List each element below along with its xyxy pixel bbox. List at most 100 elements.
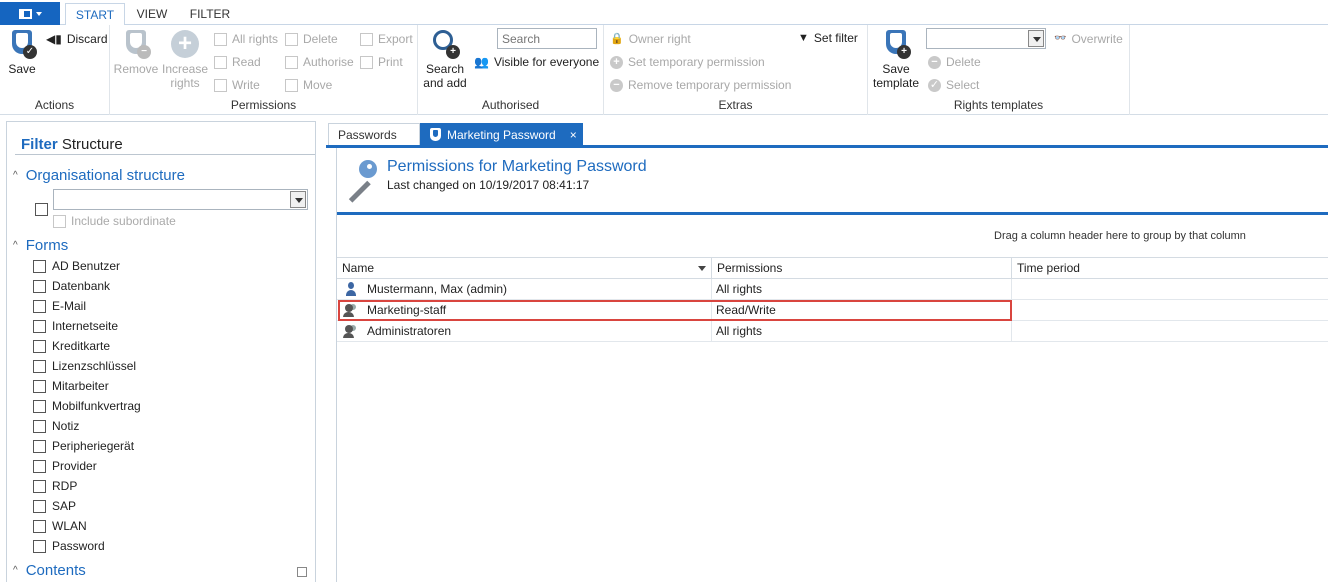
form-item[interactable]: Mitarbeiter [33, 378, 109, 394]
key-icon [339, 160, 379, 203]
form-item[interactable]: Mobilfunkvertrag [33, 398, 141, 414]
template-select[interactable] [926, 28, 1046, 49]
group-label-templates: Rights templates [953, 98, 1044, 112]
column-header-time-period[interactable]: Time period [1012, 258, 1328, 279]
write-checkbox[interactable]: Write [214, 77, 260, 93]
delete-checkbox[interactable]: Delete [285, 31, 338, 47]
all-rights-checkbox[interactable]: All rights [214, 31, 278, 47]
tab-view[interactable]: VIEW [130, 3, 174, 25]
tab-start[interactable]: START [65, 3, 125, 26]
table-row[interactable]: Mustermann, Max (admin) All rights [337, 279, 1328, 300]
template-delete-label: Delete [946, 55, 981, 69]
group-by-hint[interactable]: Drag a column header here to group by th… [994, 230, 1246, 242]
increase-label-2: rights [170, 76, 200, 90]
org-structure-select[interactable] [53, 189, 308, 210]
discard-button[interactable]: ◀▮ Discard [46, 31, 108, 47]
read-checkbox[interactable]: Read [214, 54, 261, 70]
owner-right-button[interactable]: 🔒 Owner right [610, 31, 691, 47]
forms-header[interactable]: ^ Forms [13, 237, 68, 254]
table-row[interactable]: Administratoren All rights [337, 321, 1328, 342]
chevron-up-icon: ^ [13, 565, 18, 576]
discard-label: Discard [66, 32, 108, 46]
remove-button[interactable]: − Remove [113, 29, 159, 76]
search-add-icon: + [430, 29, 460, 59]
all-rights-label: All rights [232, 32, 279, 46]
delete-label: Delete [303, 32, 338, 46]
increase-rights-button[interactable]: + Increase rights [161, 29, 209, 90]
chevron-down-icon [1028, 30, 1044, 47]
save-button[interactable]: ✓ Save [4, 29, 40, 76]
increase-label-1: Increase [161, 62, 209, 76]
form-item[interactable]: E-Mail [33, 298, 86, 314]
overwrite-label: Overwrite [1071, 32, 1123, 46]
move-checkbox[interactable]: Move [285, 77, 332, 93]
visible-for-everyone-button[interactable]: 👥 Visible for everyone [474, 54, 599, 70]
contents-header[interactable]: ^ Contents [13, 562, 86, 579]
set-temporary-permission-button[interactable]: + Set temporary permission [610, 54, 765, 70]
form-item[interactable]: RDP [33, 478, 77, 494]
template-delete-button[interactable]: − Delete [928, 54, 981, 70]
visible-label: Visible for everyone [493, 55, 600, 69]
form-item[interactable]: SAP [33, 498, 76, 514]
tab-marketing-password[interactable]: Marketing Password × [420, 123, 583, 146]
tab-filter[interactable]: FILTER [182, 3, 238, 25]
form-item-label: SAP [52, 499, 77, 513]
remove-temp-label: Remove temporary permission [628, 78, 792, 92]
form-item-label: RDP [52, 479, 78, 493]
form-item[interactable]: Datenbank [33, 278, 110, 294]
minus-circle-icon: − [928, 55, 941, 69]
permissions-view: Permissions for Marketing Password Last … [336, 148, 1328, 582]
discard-arrow-icon: ◀▮ [46, 32, 62, 46]
set-filter-button[interactable]: ▼ Set filter [798, 30, 858, 46]
org-structure-header[interactable]: ^ Organisational structure [13, 167, 185, 184]
plus-circle-icon: + [170, 29, 200, 59]
export-checkbox[interactable]: Export [360, 31, 413, 47]
form-item[interactable]: AD Benutzer [33, 258, 120, 274]
form-item[interactable]: Provider [33, 458, 97, 474]
form-item-label: Lizenzschlüssel [52, 359, 137, 373]
funnel-icon: ▼ [798, 32, 809, 44]
form-item[interactable]: Peripheriegerät [33, 438, 134, 454]
template-select-button[interactable]: ✓ Select [928, 77, 979, 93]
ribbon-group-extras: 🔒 Owner right + Set temporary permission… [604, 25, 868, 115]
print-label: Print [378, 55, 403, 69]
filter-tab[interactable]: Filter [21, 136, 58, 153]
move-label: Move [303, 78, 333, 92]
column-header-name[interactable]: Name [337, 258, 712, 279]
authorise-checkbox[interactable]: Authorise [285, 54, 354, 70]
form-item[interactable]: Notiz [33, 418, 79, 434]
form-item[interactable]: Internetseite [33, 318, 118, 334]
minus-circle-small-icon: − [610, 78, 623, 92]
search-and-add-button[interactable]: + Search and add [422, 29, 468, 90]
save-template-button[interactable]: + Save template [870, 29, 922, 90]
form-item[interactable]: Password [33, 538, 105, 554]
print-checkbox[interactable]: Print [360, 54, 403, 70]
shield-icon [430, 128, 441, 141]
app-menu-button[interactable] [0, 2, 60, 25]
contents-toggle-checkbox[interactable] [297, 567, 307, 577]
form-item-label: Internetseite [52, 319, 119, 333]
row-time-period [1012, 300, 1328, 320]
form-item-label: Provider [52, 459, 97, 473]
org-structure-checkbox[interactable] [35, 203, 48, 216]
remove-temporary-permission-button[interactable]: − Remove temporary permission [610, 77, 791, 93]
chevron-up-icon: ^ [13, 170, 18, 181]
form-item[interactable]: Kreditkarte [33, 338, 110, 354]
group-label-authorised: Authorised [481, 98, 540, 112]
form-item[interactable]: Lizenzschlüssel [33, 358, 136, 374]
template-select-label: Select [946, 78, 980, 92]
form-item[interactable]: WLAN [33, 518, 87, 534]
close-icon[interactable]: × [570, 124, 577, 146]
overwrite-button[interactable]: 👓 Overwrite [1054, 31, 1123, 47]
column-header-permissions[interactable]: Permissions [712, 258, 1012, 279]
row-time-period [1012, 321, 1328, 341]
structure-tab[interactable]: Structure [62, 136, 123, 153]
shield-add-icon: + [881, 29, 911, 59]
column-permissions-label: Permissions [717, 261, 783, 275]
authorise-label: Authorise [303, 55, 354, 69]
search-add-label-1: Search [425, 62, 465, 76]
column-name-label: Name [342, 261, 375, 275]
tab-passwords[interactable]: Passwords [328, 123, 420, 146]
include-subordinate-checkbox[interactable]: Include subordinate [53, 214, 176, 228]
search-input[interactable] [497, 28, 597, 49]
